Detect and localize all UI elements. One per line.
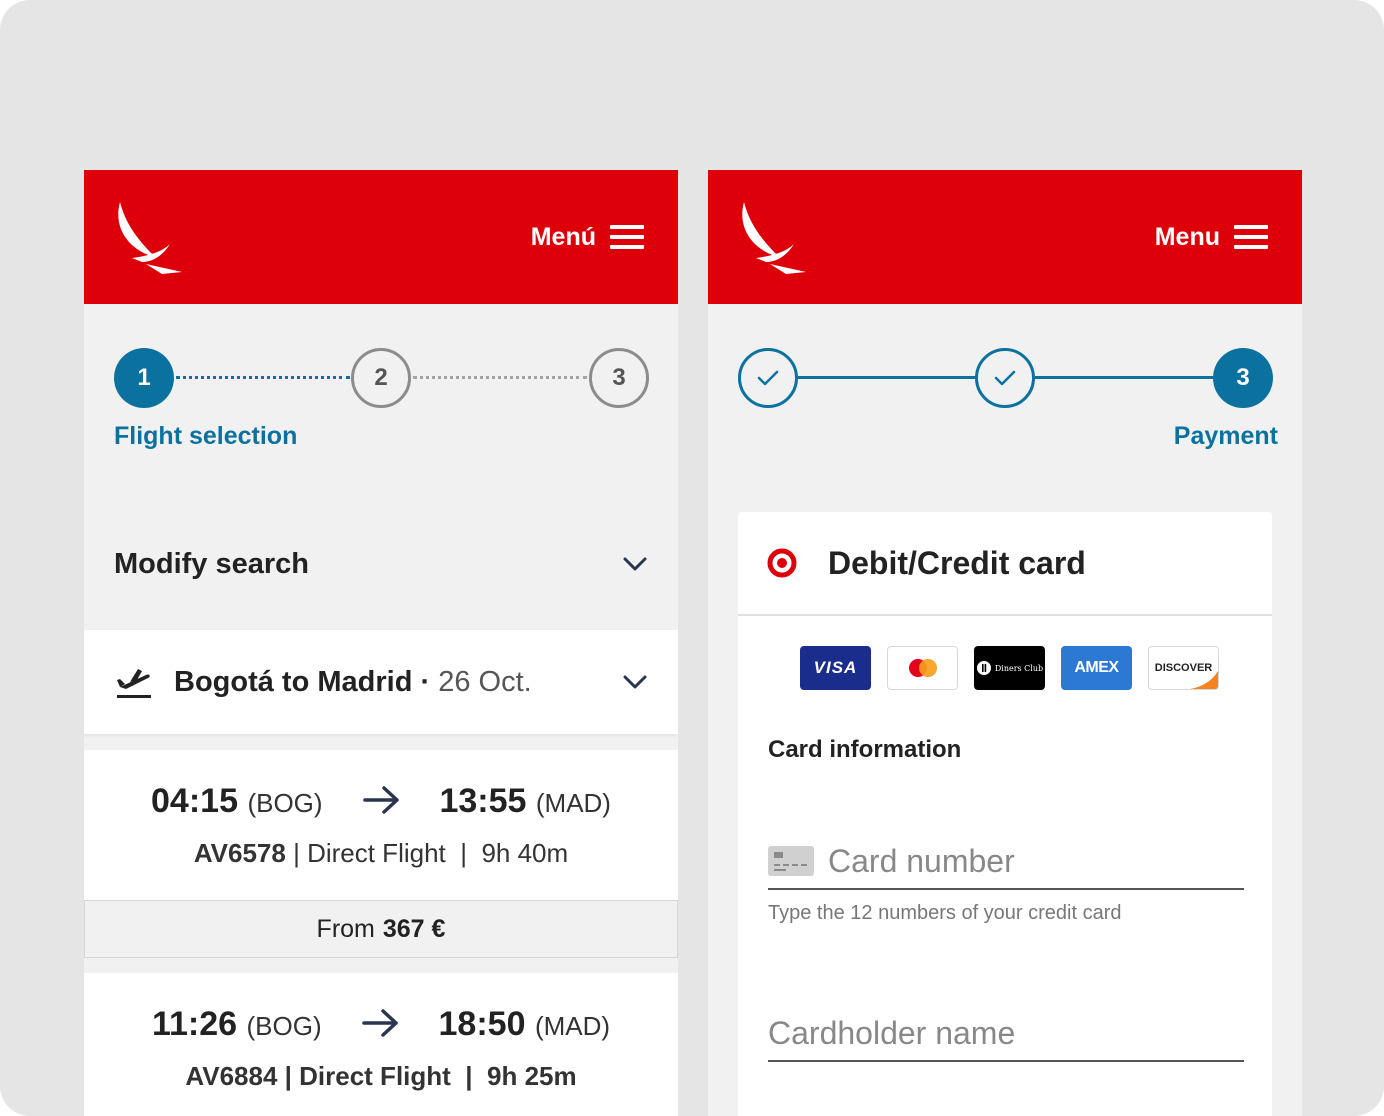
flight-duration: 9h 40m [481,838,569,868]
cardholder-name-placeholder: Cardholder name [768,1014,1016,1051]
app-header: Menu [708,170,1302,304]
presentation-canvas: Menú 1 2 3 Flight selection Modify searc… [0,0,1384,1116]
step-caption: Flight selection [114,422,298,450]
departure-time: 11:26 [151,1005,238,1043]
flight-type: Direct Flight [307,838,446,868]
flight-option[interactable]: 11:26 (BOG) 18:50 (MAD) AV6884 | Direct … [84,973,678,1116]
departure-time: 04:15 [151,782,238,820]
step-3-indicator: 3 [589,348,649,408]
plane-takeoff-icon [117,669,151,698]
chevron-down-icon [623,675,647,689]
route-summary[interactable]: Bogotá to Madrid · 26 Oct. [84,630,678,734]
payment-screen: Menu 3 Payment Debit/Credit card VISA Di… [708,170,1302,1116]
card-number-placeholder: Card number [828,842,1015,879]
step-connector [176,376,350,379]
step-2-complete [975,348,1035,408]
modify-search-label: Modify search [114,547,309,580]
payment-card-panel: Debit/Credit card VISA Diners Club AMEX … [738,512,1272,1116]
card-information-label: Card information [768,736,962,763]
step-2-indicator: 2 [351,348,411,408]
arrow-right-icon [362,1009,398,1037]
arrival-airport: (MAD) [534,1011,611,1041]
menu-label: Menú [530,222,596,251]
menu-button[interactable]: Menú [531,220,644,254]
airline-logo-icon [118,202,182,274]
check-icon [994,370,1016,386]
step-connector [413,376,587,379]
step-connector [1035,376,1213,379]
arrival-time: 18:50 [438,1005,526,1043]
diners-text: Diners Club [994,663,1044,673]
route-title: Bogotá to Madrid [174,665,413,698]
route-text: Bogotá to Madrid · 26 Oct. [174,666,622,699]
credit-card-icon [768,846,814,876]
arrival-airport: (MAD) [535,788,611,818]
card-number-helper: Type the 12 numbers of your credit card [768,902,1122,924]
step-3-indicator: 3 [1213,348,1273,408]
airline-logo-icon [742,202,806,274]
step-1-indicator: 1 [114,348,174,408]
radio-selected-icon[interactable] [766,547,798,579]
chevron-down-icon [623,557,647,571]
flight-number: AV6578 [193,838,286,868]
hamburger-icon [610,225,644,249]
menu-button[interactable]: Menu [1155,220,1268,254]
arrow-right-icon [363,786,399,814]
app-header: Menú [84,170,678,304]
step-1-complete [738,348,798,408]
flight-number: AV6884 [185,1061,278,1091]
flight-times: 11:26 (BOG) 18:50 (MAD) [84,1005,678,1044]
price-value: 367 € [382,914,446,943]
hamburger-icon [1234,225,1268,249]
mastercard-icon [908,659,937,677]
flight-selection-screen: Menú 1 2 3 Flight selection Modify searc… [84,170,678,1116]
payment-method-title: Debit/Credit card [828,544,1086,581]
flight-option[interactable]: 04:15 (BOG) 13:55 (MAD) AV6578 | Direct … [84,750,678,958]
price-bar[interactable]: From 367 € [84,900,678,958]
card-number-field[interactable]: Card number [768,834,1244,890]
payment-method-option[interactable]: Debit/Credit card [738,512,1272,616]
card-brands: VISA Diners Club AMEX DISCOVER [800,646,1219,690]
flight-details: AV6578 | Direct Flight | 9h 40m [193,838,569,868]
arrival-time: 13:55 [439,782,527,820]
departure-airport: (BOG) [247,788,323,818]
cardholder-name-field[interactable]: Cardholder name [768,1006,1244,1062]
route-separator: · [420,665,431,698]
check-icon [757,370,779,386]
modify-search-toggle[interactable]: Modify search [114,542,648,586]
menu-label: Menu [1154,222,1220,251]
amex-logo: AMEX [1061,646,1132,690]
step-caption: Payment [1173,422,1278,450]
visa-logo: VISA [800,646,871,690]
step-connector [798,376,976,379]
diners-icon [976,661,991,675]
price-prefix: From [316,914,375,943]
flight-times: 04:15 (BOG) 13:55 (MAD) [84,782,678,821]
discover-swoosh-icon [1190,671,1218,689]
mastercard-logo [887,646,958,690]
flight-type: Direct Flight [299,1061,451,1091]
flight-details: AV6884 | Direct Flight | 9h 25m [185,1061,577,1091]
flight-duration: 9h 25m [487,1061,577,1091]
discover-logo: DISCOVER [1148,646,1219,690]
diners-club-logo: Diners Club [974,646,1045,690]
route-date: 26 Oct. [438,665,532,698]
departure-airport: (BOG) [246,1011,322,1041]
